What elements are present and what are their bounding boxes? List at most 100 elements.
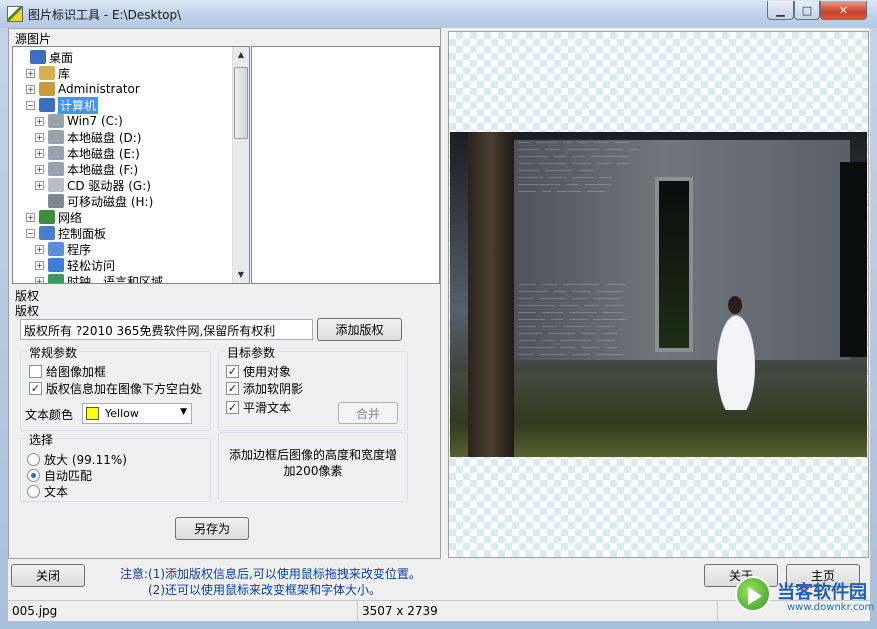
smooth-text-label: 平滑文本 bbox=[243, 401, 292, 415]
tree-item[interactable]: 桌面 bbox=[17, 49, 73, 65]
zoom-radio-dot[interactable] bbox=[27, 453, 40, 466]
tree-scrollbar[interactable]: ▲ ▼ bbox=[232, 47, 249, 283]
smooth-text-checkbox[interactable]: ✓ 平滑文本 bbox=[226, 399, 291, 416]
auto-fit-radio-label: 自动匹配 bbox=[44, 469, 93, 483]
tree-item-label: 计算机 bbox=[58, 96, 99, 114]
tree-item[interactable]: − 控制面板 bbox=[26, 225, 106, 241]
scroll-up-icon[interactable]: ▲ bbox=[233, 47, 249, 63]
merge-button[interactable]: 合并 bbox=[338, 402, 398, 424]
auto-fit-radio-dot[interactable] bbox=[27, 469, 40, 482]
minimize-button[interactable]: ▁ bbox=[767, 1, 794, 20]
desktop-icon bbox=[30, 50, 46, 64]
tree-item-label: 时钟、语言和区域 bbox=[67, 274, 164, 284]
expand-icon[interactable]: + bbox=[26, 212, 35, 222]
tree-item[interactable]: + 本地磁盘 (E:) bbox=[35, 145, 140, 161]
use-object-checkbox[interactable]: ✓ 使用对象 bbox=[226, 363, 291, 380]
text-radio[interactable]: 文本 bbox=[27, 483, 68, 500]
programs-icon bbox=[48, 242, 64, 256]
save-as-button[interactable]: 另存为 bbox=[175, 517, 249, 540]
notice-line-2: (2)还可以使用鼠标来改变框架和字体大小。 bbox=[148, 583, 381, 597]
smooth-text-checkbox-box[interactable]: ✓ bbox=[226, 401, 239, 414]
title-bar[interactable]: 图片标识工具 - E:\Desktop\ ▁ □ ✕ bbox=[0, 0, 877, 28]
expand-icon[interactable]: + bbox=[26, 84, 35, 94]
tree-item[interactable]: + 本地磁盘 (F:) bbox=[35, 161, 138, 177]
collapse-icon[interactable]: − bbox=[26, 228, 35, 238]
frame-checkbox-label: 给图像加框 bbox=[46, 365, 107, 379]
library-icon bbox=[39, 66, 55, 80]
text-color-value: Yellow bbox=[105, 407, 139, 420]
drive-icon bbox=[48, 146, 64, 160]
tree-item[interactable]: + 轻松访问 bbox=[35, 257, 115, 273]
add-copyright-button[interactable]: 添加版权 bbox=[317, 318, 402, 341]
tree-item-label: 轻松访问 bbox=[67, 258, 116, 273]
tree-item[interactable]: + Win7 (C:) bbox=[35, 113, 123, 129]
soft-shadow-checkbox-box[interactable]: ✓ bbox=[226, 382, 239, 395]
tree-item-label: 控制面板 bbox=[58, 226, 107, 241]
tree-item[interactable]: + 程序 bbox=[35, 241, 91, 257]
expand-icon[interactable]: + bbox=[35, 116, 44, 126]
tree-item[interactable]: 可移动磁盘 (H:) bbox=[35, 193, 153, 209]
tree-item[interactable]: + Administrator bbox=[26, 81, 140, 97]
tree-item[interactable]: + 网络 bbox=[26, 209, 82, 225]
copyright-input[interactable]: 版权所有 ?2010 365免费软件网,保留所有权利 bbox=[20, 319, 313, 340]
notice-line-1: 注意:(1)添加版权信息后,可以使用鼠标拖拽来改变位置。 bbox=[120, 567, 421, 581]
settings-panel: 源图片 桌面 + 库 + Administrator − 计算机 + Win7 (C:) + 本地磁… bbox=[8, 28, 441, 559]
computer-icon bbox=[39, 98, 55, 112]
removable-drive-icon bbox=[48, 194, 64, 208]
folder-tree[interactable]: 桌面 + 库 + Administrator − 计算机 + Win7 (C:) + 本地磁盘 (D… bbox=[12, 46, 250, 284]
tree-item[interactable]: + CD 驱动器 (G:) bbox=[35, 177, 151, 193]
tree-item-label: Administrator bbox=[58, 82, 140, 96]
auto-fit-radio[interactable]: 自动匹配 bbox=[27, 467, 92, 484]
expand-icon[interactable]: + bbox=[35, 276, 44, 283]
frame-checkbox-box[interactable] bbox=[29, 365, 42, 378]
expand-icon[interactable]: + bbox=[35, 180, 44, 190]
tree-item-label: 网络 bbox=[58, 210, 83, 225]
status-filename: 005.jpg bbox=[8, 601, 358, 621]
use-object-label: 使用对象 bbox=[243, 365, 292, 379]
scroll-thumb[interactable] bbox=[234, 67, 248, 139]
info-box: 添加边框后图像的高度和宽度增加200像素 bbox=[218, 432, 408, 502]
text-color-select[interactable]: Yellow ▼ bbox=[82, 403, 192, 424]
below-checkbox[interactable]: ✓ 版权信息加在图像下方空白处 bbox=[29, 380, 202, 397]
close-window-button[interactable]: ✕ bbox=[820, 1, 867, 20]
zoom-radio[interactable]: 放大 (99.11%) bbox=[27, 451, 127, 468]
file-list[interactable] bbox=[251, 46, 440, 284]
text-radio-dot[interactable] bbox=[27, 485, 40, 498]
usage-notice: 注意:(1)添加版权信息后,可以使用鼠标拖拽来改变位置。 (2)还可以使用鼠标来… bbox=[120, 566, 421, 598]
soft-shadow-label: 添加软阴影 bbox=[243, 382, 304, 396]
drive-icon bbox=[48, 162, 64, 176]
image-preview[interactable]: ──── ─────── ─── ─── ───── ───── ───────… bbox=[448, 31, 869, 558]
tree-item[interactable]: + 库 bbox=[26, 65, 70, 81]
tree-item[interactable]: + 本地磁盘 (D:) bbox=[35, 129, 141, 145]
photo-figure bbox=[712, 302, 760, 410]
control-panel-icon bbox=[39, 226, 55, 240]
below-checkbox-box[interactable]: ✓ bbox=[29, 382, 42, 395]
tree-item-label: 程序 bbox=[67, 242, 92, 257]
tree-item-label: 本地磁盘 (F:) bbox=[67, 162, 139, 177]
expand-icon[interactable]: + bbox=[35, 260, 44, 270]
close-button[interactable]: 关闭 bbox=[11, 564, 85, 587]
frame-checkbox[interactable]: 给图像加框 bbox=[29, 363, 106, 380]
general-params-title: 常规参数 bbox=[27, 344, 80, 361]
play-logo-icon bbox=[735, 576, 771, 612]
tree-item[interactable]: − 计算机 bbox=[26, 96, 99, 114]
maximize-button[interactable]: □ bbox=[794, 1, 820, 20]
use-object-checkbox-box[interactable]: ✓ bbox=[226, 365, 239, 378]
tree-item[interactable]: + 时钟、语言和区域 bbox=[35, 273, 164, 284]
expand-icon[interactable]: + bbox=[26, 68, 35, 78]
preview-photo[interactable]: ──── ─────── ─── ─── ───── ───── ───────… bbox=[450, 132, 867, 457]
tree-item-label: 桌面 bbox=[49, 50, 74, 65]
color-swatch bbox=[86, 407, 99, 420]
expand-icon[interactable]: + bbox=[35, 164, 44, 174]
expand-icon[interactable]: + bbox=[35, 244, 44, 254]
photo-doorway bbox=[840, 162, 867, 357]
site-watermark: 当客软件园 www.downkr.com bbox=[735, 576, 875, 626]
scroll-down-icon[interactable]: ▼ bbox=[233, 267, 249, 283]
collapse-icon[interactable]: − bbox=[26, 100, 35, 110]
chevron-down-icon[interactable]: ▼ bbox=[180, 407, 187, 417]
expand-icon[interactable]: + bbox=[35, 132, 44, 142]
window-title: 图片标识工具 - E:\Desktop\ bbox=[28, 8, 182, 22]
expand-icon[interactable]: + bbox=[35, 148, 44, 158]
copyright-field-label: 版权 bbox=[15, 304, 40, 318]
soft-shadow-checkbox[interactable]: ✓ 添加软阴影 bbox=[226, 380, 303, 397]
